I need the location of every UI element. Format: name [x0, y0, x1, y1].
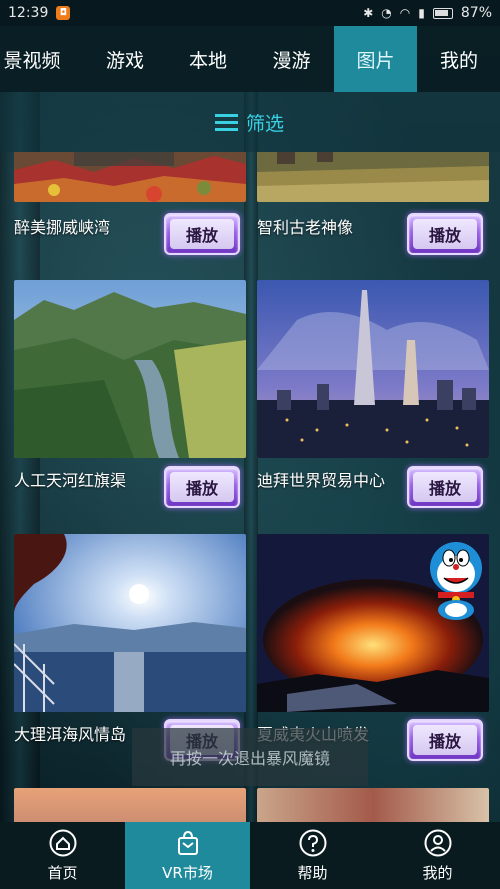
card-norway-fjord[interactable]: [14, 152, 246, 202]
thumbnail-image: [257, 280, 489, 458]
status-time: 12:39: [8, 5, 49, 21]
card-dali-erhai[interactable]: [14, 534, 246, 712]
thumbnail-image: [14, 534, 246, 712]
play-button[interactable]: 播放: [164, 466, 240, 508]
card-title: 迪拜世界贸易中心: [257, 471, 386, 490]
wifi-icon: ◠: [399, 6, 411, 20]
nav-home[interactable]: 首页: [0, 822, 125, 889]
tab-pictures[interactable]: 图片: [334, 26, 417, 92]
card-next-row[interactable]: [257, 788, 489, 822]
filter-list-icon: [214, 113, 238, 131]
tab-roam[interactable]: 漫游: [250, 26, 333, 92]
battery-icon: [432, 7, 453, 19]
play-button[interactable]: 播放: [164, 213, 240, 255]
card-next-row[interactable]: [14, 788, 246, 822]
exit-toast: 再按一次退出暴风魔镜: [132, 728, 368, 786]
status-bar: 12:39 ◘ ✱ ◔ ◠ ▮ 87%: [0, 0, 500, 26]
card-chile-moai[interactable]: [257, 152, 489, 202]
nav-mine-label: 我的: [422, 864, 453, 882]
picture-grid: 醉美挪威峡湾 播放 智利古老神像 播放 人工天河红旗渠 播放 迪拜世界贸易中心 …: [0, 152, 500, 822]
tab-mine[interactable]: 我的: [418, 26, 500, 92]
thumbnail-image: [14, 788, 246, 822]
filter-label: 筛选: [245, 112, 284, 135]
nav-vr-market[interactable]: VR市场: [125, 822, 250, 889]
nav-help-label: 帮助: [297, 864, 328, 882]
category-tabs: 景视频 游戏 本地 漫游 图片 我的: [0, 26, 500, 92]
card-title: 人工天河红旗渠: [14, 471, 127, 490]
thumbnail-image: [257, 152, 489, 202]
shopping-bag-icon: [173, 828, 203, 858]
nav-help[interactable]: 帮助: [250, 822, 375, 889]
user-icon: [423, 828, 453, 858]
play-button[interactable]: 播放: [407, 719, 483, 761]
filter-button[interactable]: 筛选: [0, 92, 500, 152]
card-dubai-wtc[interactable]: [257, 280, 489, 458]
bluetooth-icon: ✱: [363, 6, 374, 20]
nav-mine[interactable]: 我的: [375, 822, 500, 889]
home-icon: [48, 828, 78, 858]
question-icon: [298, 828, 328, 858]
nav-vr-market-label: VR市场: [162, 864, 213, 882]
battery-percent: 87%: [460, 5, 492, 21]
card-title: 智利古老神像: [257, 218, 354, 237]
status-icons: ✱ ◔ ◠ ▮ 87%: [363, 5, 492, 21]
tab-scenic-video[interactable]: 景视频: [0, 26, 68, 92]
tab-games[interactable]: 游戏: [84, 26, 166, 92]
card-title: 大理洱海风情岛: [14, 725, 127, 744]
thumbnail-image: [257, 788, 489, 822]
thumbnail-image: [14, 280, 246, 458]
card-title: 醉美挪威峡湾: [14, 218, 111, 237]
app-notification-icon: ◘: [56, 6, 71, 20]
bottom-nav: 首页 VR市场 帮助 我的: [0, 822, 500, 889]
play-button[interactable]: 播放: [407, 213, 483, 255]
card-red-flag-canal[interactable]: [14, 280, 246, 458]
tab-local[interactable]: 本地: [167, 26, 249, 92]
alarm-icon: ◔: [381, 6, 392, 20]
thumbnail-image: [14, 152, 246, 202]
nav-home-label: 首页: [47, 864, 78, 882]
play-button[interactable]: 播放: [407, 466, 483, 508]
mascot-icon: [424, 540, 488, 620]
signal-icon: ▮: [418, 6, 425, 20]
